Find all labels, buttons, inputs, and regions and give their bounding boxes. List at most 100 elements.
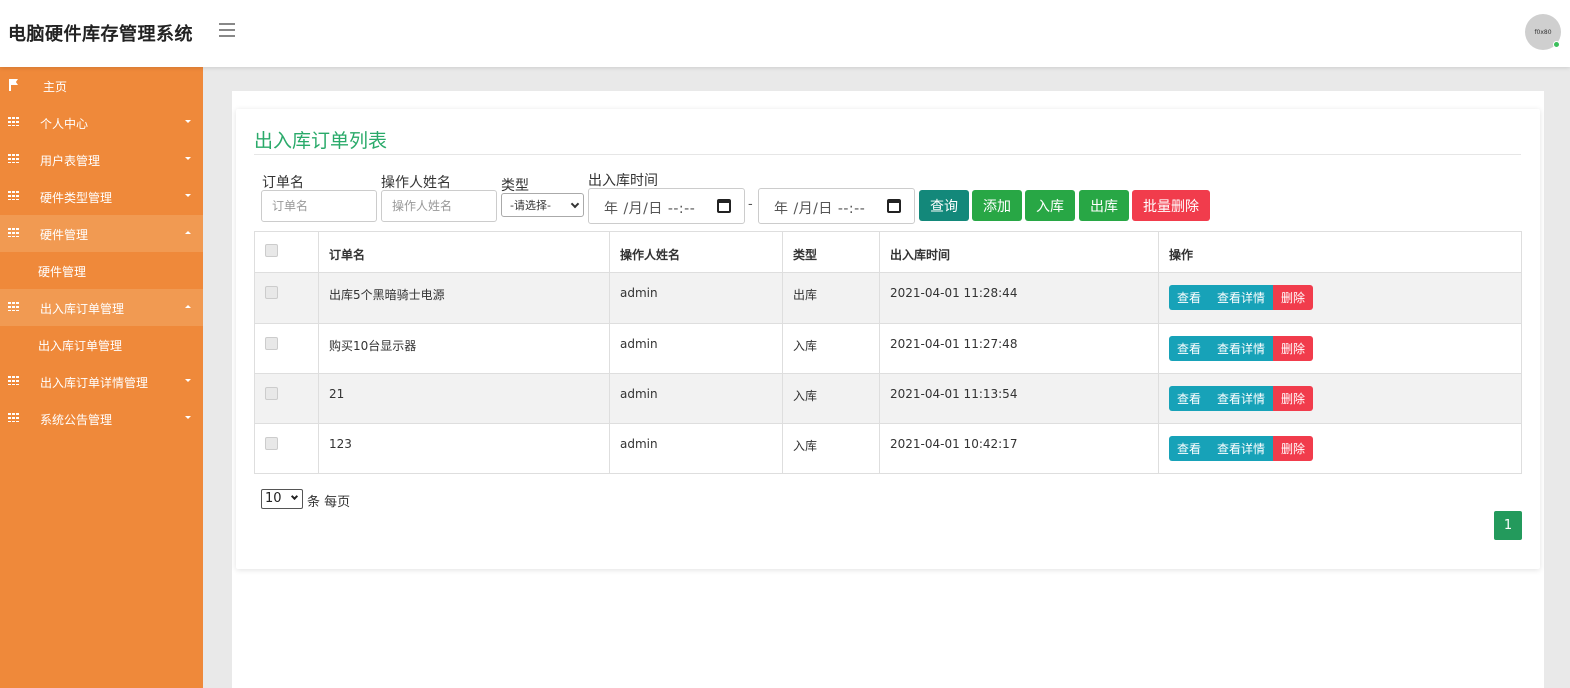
sidebar-item-hardware-types[interactable]: 硬件类型管理 [0,178,203,215]
view-detail-button[interactable]: 查看详情 [1209,386,1273,411]
chevron-down-icon [185,157,191,160]
grid-icon [8,228,19,237]
chevron-up-icon [185,231,191,234]
sidebar-item-order-details[interactable]: 出入库订单详情管理 [0,363,203,400]
batch-delete-button[interactable]: 批量删除 [1132,190,1210,221]
type-cell: 出库 [793,288,818,302]
operator-input[interactable] [381,190,497,222]
row-checkbox[interactable] [265,286,278,299]
grid-icon [8,117,19,126]
chevron-down-icon [185,379,191,382]
online-status-icon [1553,41,1560,48]
select-all-checkbox[interactable] [265,244,278,257]
grid-icon [8,302,19,311]
sidebar-item-users[interactable]: 用户表管理 [0,141,203,178]
view-button[interactable]: 查看 [1169,386,1209,411]
operator-cell: admin [620,337,658,351]
view-detail-button[interactable]: 查看详情 [1209,336,1273,361]
query-button[interactable]: 查询 [919,190,969,221]
top-header: 电脑硬件库存管理系统 f0x80 [0,0,1570,67]
table-row: 123 admin 入库 2021-04-01 10:42:17 查看 查看详情… [255,423,1521,473]
table-row: 出库5个黑暗骑士电源 admin 出库 2021-04-01 11:28:44 … [255,273,1521,323]
end-datetime-value: 年 /月/日 --:-- [774,201,866,217]
column-header: 出入库时间 [890,248,951,262]
table-row: 购买10台显示器 admin 入库 2021-04-01 11:27:48 查看… [255,323,1521,373]
time-label: 出入库时间 [588,173,658,189]
sidebar-item-home[interactable]: 主页 [0,67,203,104]
sidebar-item-label: 出入库订单管理 [38,339,123,353]
sidebar-item-label: 硬件类型管理 [40,191,113,205]
row-checkbox[interactable] [265,387,278,400]
sidebar-item-label: 出入库订单管理 [40,302,125,316]
sidebar-item-label: 硬件管理 [38,265,87,279]
operator-cell: admin [620,437,658,451]
divider [254,154,1521,155]
type-label: 类型 [501,178,529,194]
view-detail-button[interactable]: 查看详情 [1209,436,1273,461]
sidebar-item-announcements[interactable]: 系统公告管理 [0,400,203,437]
orders-table: 订单名 操作人姓名 类型 出入库时间 操作 出库5个黑暗骑士电源 admin 出… [254,231,1522,474]
sidebar-item-label: 出入库订单详情管理 [40,376,149,390]
page-number-button[interactable]: 1 [1494,511,1522,540]
view-button[interactable]: 查看 [1169,436,1209,461]
grid-icon [8,376,19,385]
sidebar: 主页 个人中心 用户表管理 硬件类型管理 硬件管理 硬件管理 出入库订单管理 出… [0,67,203,688]
order-name-input[interactable] [261,190,377,222]
view-detail-button[interactable]: 查看详情 [1209,285,1273,310]
delete-button[interactable]: 删除 [1273,285,1313,310]
sidebar-item-label: 系统公告管理 [40,413,113,427]
calendar-icon[interactable] [887,199,901,213]
flag-icon [9,79,11,91]
end-datetime-input[interactable]: 年 /月/日 --:-- [758,188,915,224]
sidebar-item-label: 主页 [43,80,68,94]
page-title: 出入库订单列表 [254,130,388,152]
delete-button[interactable]: 删除 [1273,436,1313,461]
row-checkbox[interactable] [265,437,278,450]
page-size-select[interactable]: 10 [261,489,303,509]
start-datetime-input[interactable]: 年 /月/日 --:-- [588,188,745,224]
operator-label: 操作人姓名 [381,175,451,191]
delete-button[interactable]: 删除 [1273,386,1313,411]
sidebar-subitem-orders[interactable]: 出入库订单管理 [0,326,203,363]
chevron-down-icon [185,120,191,123]
row-checkbox[interactable] [265,337,278,350]
time-cell: 2021-04-01 11:13:54 [890,387,1018,401]
column-header: 订单名 [329,248,366,262]
chevron-down-icon [185,194,191,197]
stock-out-button[interactable]: 出库 [1079,190,1129,221]
sidebar-item-label: 硬件管理 [40,228,89,242]
type-cell: 入库 [793,389,818,403]
type-cell: 入库 [793,439,818,453]
order-name-cell: 21 [329,387,345,401]
type-cell: 入库 [793,339,818,353]
order-name-label: 订单名 [262,175,304,191]
order-name-cell: 123 [329,437,352,451]
delete-button[interactable]: 删除 [1273,336,1313,361]
page-size-value: 10 [265,491,282,506]
grid-icon [8,413,19,422]
add-button[interactable]: 添加 [972,190,1022,221]
sidebar-item-label: 个人中心 [40,117,89,131]
sidebar-subitem-hardware[interactable]: 硬件管理 [0,252,203,289]
per-page-label: 条 每页 [307,495,351,510]
calendar-icon[interactable] [717,199,731,213]
chevron-down-icon [185,416,191,419]
sidebar-item-hardware[interactable]: 硬件管理 [0,215,203,252]
view-button[interactable]: 查看 [1169,285,1209,310]
grid-icon [8,154,19,163]
sidebar-item-personal-center[interactable]: 个人中心 [0,104,203,141]
sidebar-item-label: 用户表管理 [40,154,101,168]
start-datetime-value: 年 /月/日 --:-- [604,201,696,217]
column-header: 操作人姓名 [620,248,681,262]
sidebar-item-orders[interactable]: 出入库订单管理 [0,289,203,326]
view-button[interactable]: 查看 [1169,336,1209,361]
stock-in-button[interactable]: 入库 [1025,190,1075,221]
hamburger-menu-icon[interactable] [219,23,235,41]
type-select[interactable]: -请选择- [501,193,584,217]
table-row: 21 admin 入库 2021-04-01 11:13:54 查看 查看详情 … [255,373,1521,423]
time-cell: 2021-04-01 10:42:17 [890,437,1018,451]
column-header: 操作 [1169,248,1194,262]
order-name-cell: 出库5个黑暗骑士电源 [329,288,445,302]
table-header-row: 订单名 操作人姓名 类型 出入库时间 操作 [255,232,1521,273]
chevron-up-icon [185,305,191,308]
